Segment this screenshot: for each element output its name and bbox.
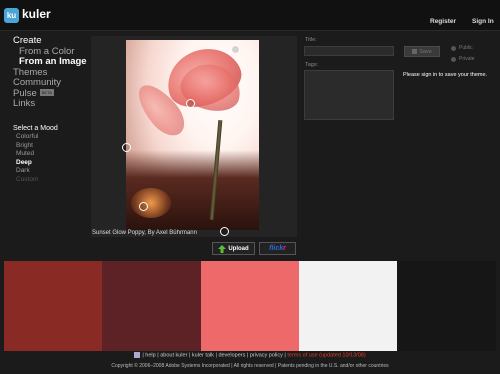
adobe-icon (134, 352, 141, 358)
tags-input[interactable] (304, 70, 394, 120)
private-radio-icon (451, 56, 456, 62)
save-icon (412, 49, 418, 54)
image-caption: Sunset Glow Poppy, By Axel Bührmann (92, 230, 197, 236)
mood-title: Select a Mood (13, 125, 58, 132)
sidebar-item-from-image[interactable]: From an Image (13, 56, 93, 68)
color-picker-handle[interactable] (231, 45, 240, 54)
image-glow (131, 188, 171, 218)
mood-colorful[interactable]: Colorful (16, 133, 38, 142)
title-label: Title: (305, 37, 317, 43)
swatch-4[interactable] (299, 261, 397, 351)
public-label: Public (459, 45, 473, 51)
flickr-button[interactable]: flick r (259, 242, 296, 255)
register-link[interactable]: Register (430, 18, 456, 25)
save-label: Save (419, 48, 432, 55)
copyright: Copyright © 2006–2008 Adobe Systems Inco… (111, 363, 389, 369)
help-link[interactable]: help (145, 352, 155, 358)
color-picker-handle[interactable] (122, 143, 131, 152)
mood-dark[interactable]: Dark (16, 167, 38, 176)
privacy-link[interactable]: privacy policy (250, 352, 283, 358)
public-option[interactable]: Public (451, 45, 473, 51)
footer-links: | help | about kuler | kuler talk | deve… (0, 352, 500, 358)
beta-badge: BETA (39, 89, 54, 97)
top-bar: ku kuler Register Sign In (0, 0, 500, 31)
private-label: Private (459, 56, 475, 62)
pulse-label: Pulse (13, 87, 37, 99)
talk-link[interactable]: kuler talk (192, 352, 214, 358)
swatch-3[interactable] (201, 261, 299, 351)
private-option[interactable]: Private (451, 56, 475, 62)
about-link[interactable]: about kuler (160, 352, 187, 358)
sidebar-item-create[interactable]: Create (13, 35, 93, 47)
swatch-5[interactable] (397, 261, 496, 351)
source-image[interactable] (126, 40, 259, 230)
upload-button[interactable]: Upload (212, 242, 255, 255)
color-picker-handle[interactable] (186, 99, 195, 108)
flickr-label-a: flick (269, 245, 284, 252)
sign-in-message: Please sign in to save your theme. (403, 72, 488, 78)
mood-custom[interactable]: Custom (16, 176, 38, 185)
tags-label: Tags: (305, 62, 319, 68)
mood-deep[interactable]: Deep (16, 159, 38, 168)
sidebar: Create From a Color From an Image Themes… (13, 35, 93, 110)
upload-label: Upload (228, 245, 249, 252)
developers-link[interactable]: developers (218, 352, 245, 358)
mood-list: Colorful Bright Muted Deep Dark Custom (16, 133, 38, 184)
mood-muted[interactable]: Muted (16, 150, 38, 159)
title-input[interactable] (304, 46, 394, 56)
sidebar-item-links[interactable]: Links (13, 98, 93, 110)
app-title[interactable]: kuler (22, 7, 51, 21)
color-palette (4, 261, 496, 351)
terms-link[interactable]: terms of use (updated 10/13/08) (287, 352, 365, 358)
swatch-1[interactable] (4, 261, 102, 351)
upload-arrow-icon (218, 244, 227, 253)
color-picker-handle[interactable] (220, 227, 229, 236)
color-picker-handle[interactable] (139, 202, 148, 211)
sign-in-link[interactable]: Sign In (472, 18, 494, 25)
mood-bright[interactable]: Bright (16, 142, 38, 151)
save-button[interactable]: Save (404, 46, 440, 57)
public-radio-icon (451, 45, 456, 51)
flickr-label-b: r (283, 245, 286, 252)
swatch-2[interactable] (102, 261, 201, 351)
kuler-logo-icon[interactable]: ku (4, 8, 19, 23)
